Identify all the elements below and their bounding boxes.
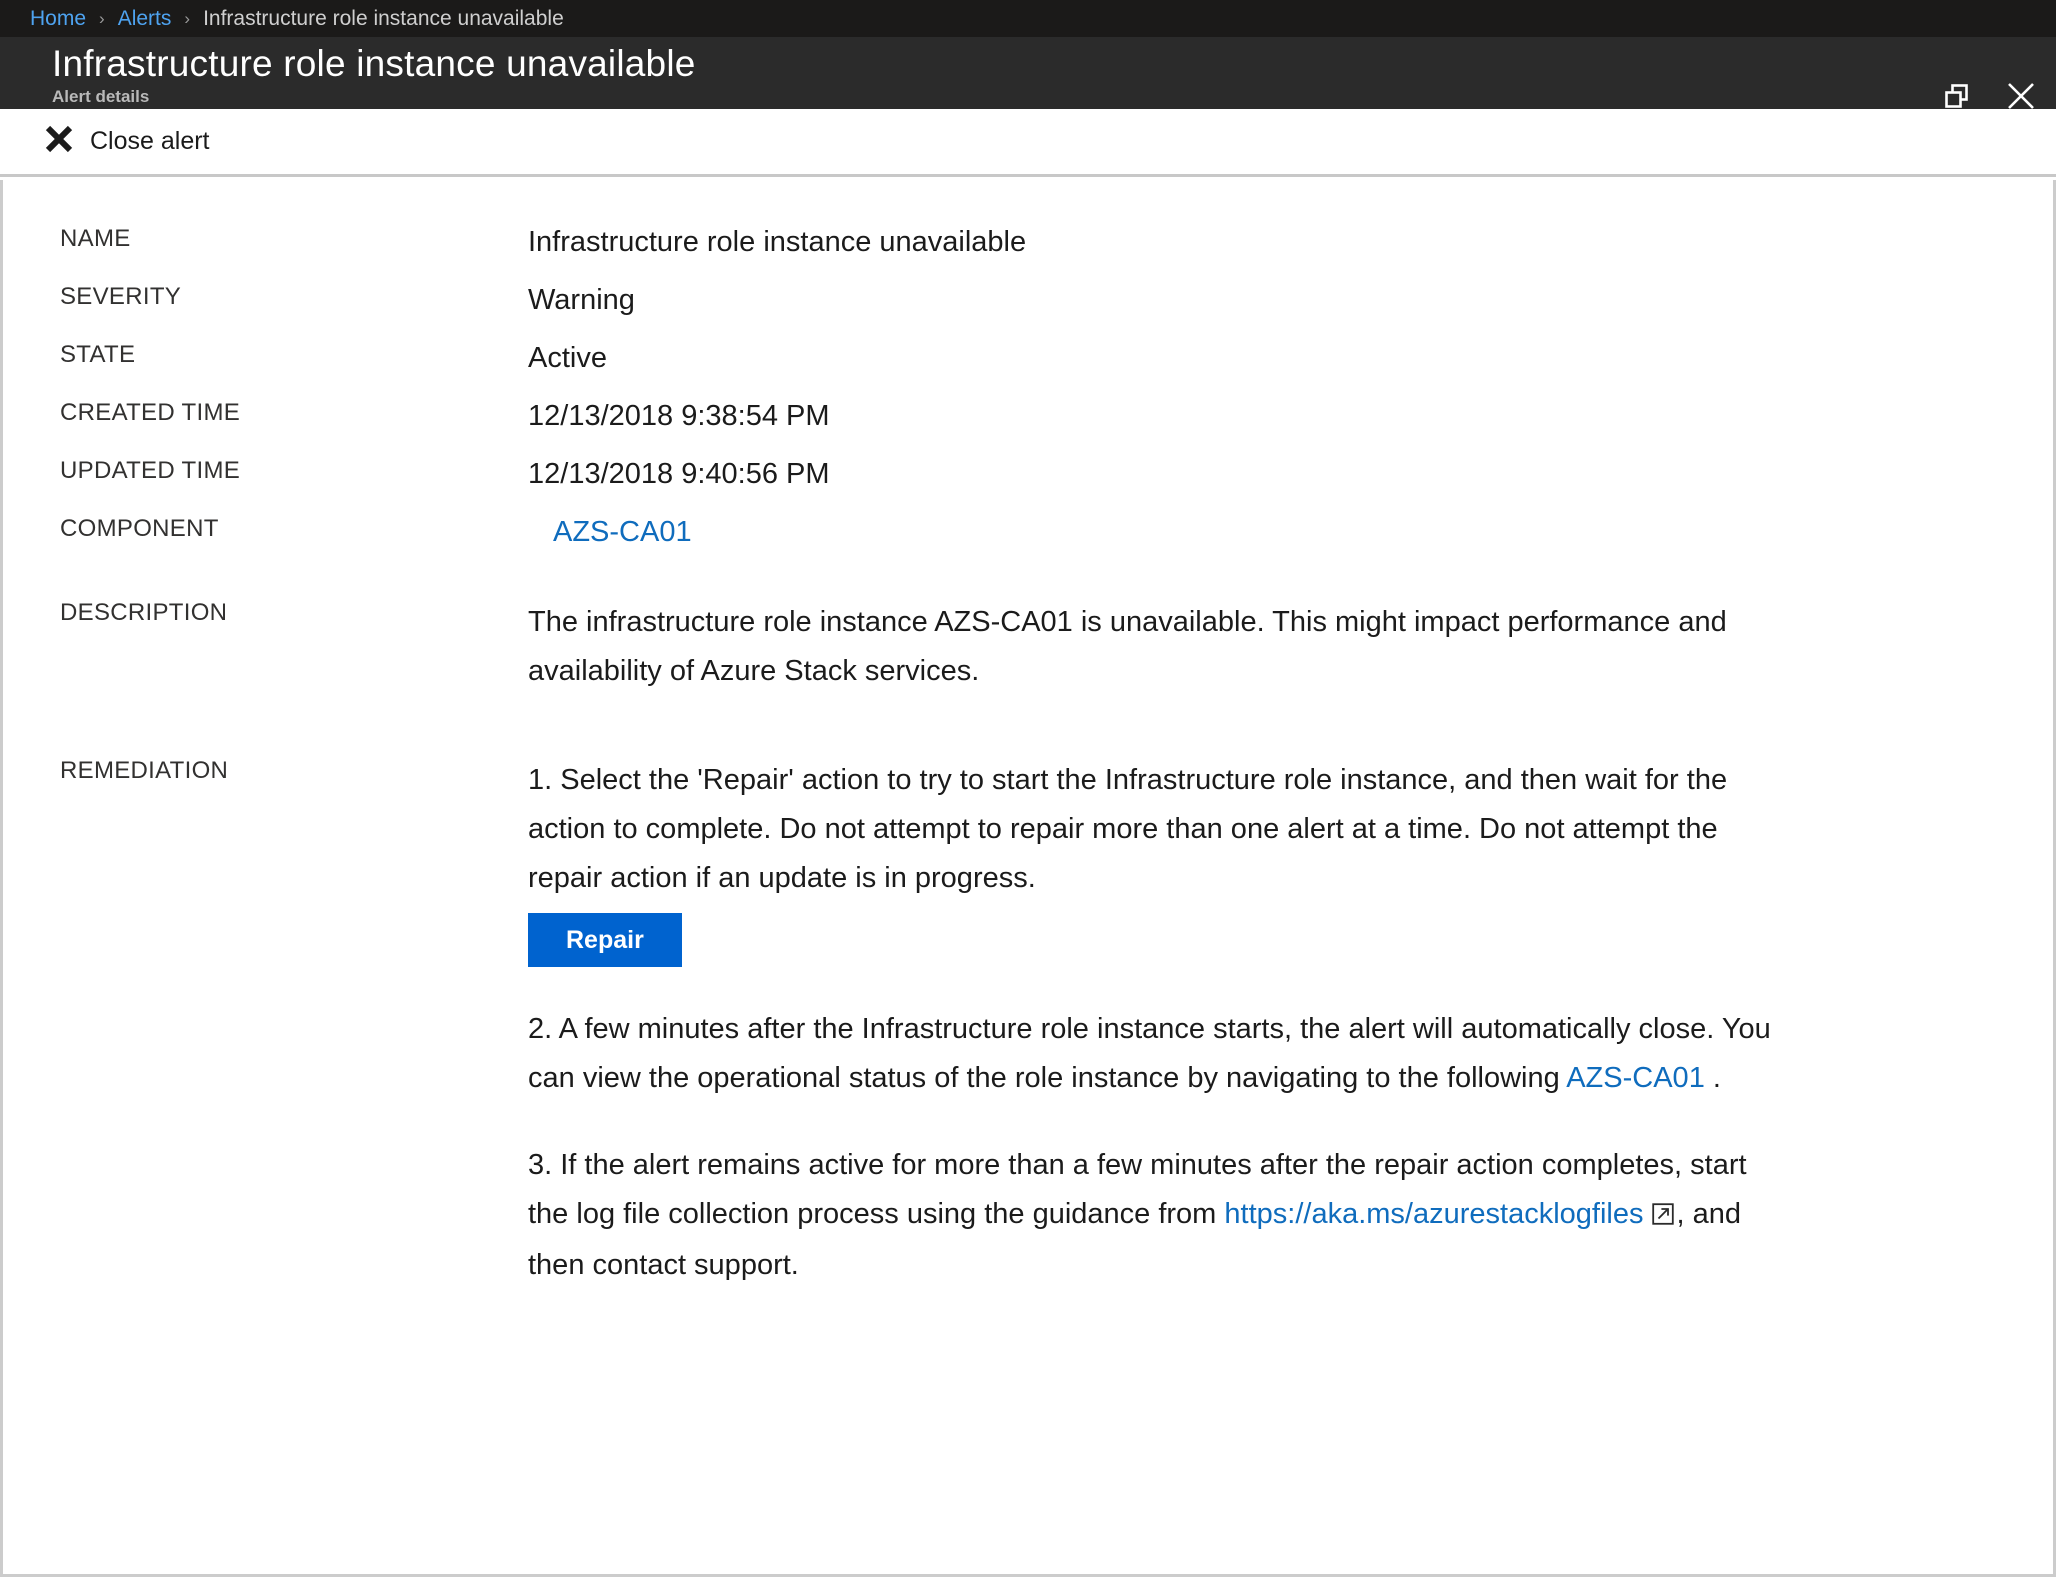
label-created-time: CREATED TIME: [60, 399, 241, 426]
breadcrumb-item-alerts[interactable]: Alerts: [118, 8, 172, 29]
detail-row-name: NAME Infrastructure role instance unavai…: [3, 224, 2053, 260]
repair-button[interactable]: Repair: [528, 913, 682, 967]
label-description: DESCRIPTION: [60, 599, 228, 626]
breadcrumb-separator-icon: ›: [99, 9, 105, 28]
restore-window-icon[interactable]: [1940, 79, 1974, 113]
value-updated-time: 12/13/2018 9:40:56 PM: [528, 458, 830, 490]
role-instance-link[interactable]: AZS-CA01: [1566, 1062, 1705, 1094]
label-component: COMPONENT: [60, 515, 219, 542]
detail-row-description: DESCRIPTION The infrastructure role inst…: [3, 598, 2053, 696]
remediation-step-1: 1. Select the 'Repair' action to try to …: [528, 756, 1783, 967]
remediation-step-2: 2. A few minutes after the Infrastructur…: [528, 1005, 1783, 1103]
label-updated-time: UPDATED TIME: [60, 457, 241, 484]
value-name: Infrastructure role instance unavailable: [528, 226, 1027, 258]
detail-row-created-time: CREATED TIME 12/13/2018 9:38:54 PM: [3, 398, 2053, 434]
detail-row-remediation: REMEDIATION 1. Select the 'Repair' actio…: [3, 756, 2053, 1290]
description-text: The infrastructure role instance AZS-CA0…: [528, 606, 1727, 687]
external-link-icon[interactable]: [1652, 1192, 1675, 1241]
close-window-icon[interactable]: [2004, 79, 2038, 113]
breadcrumb-separator-icon: ›: [184, 9, 191, 28]
detail-row-state: STATE Active: [3, 340, 2053, 376]
remediation-step-1-text: 1. Select the 'Repair' action to try to …: [528, 764, 1728, 894]
breadcrumb-item-home[interactable]: Home: [30, 8, 86, 29]
remediation-step-2-suffix: .: [1704, 1062, 1721, 1094]
label-state: STATE: [60, 341, 136, 368]
x-bold-icon: [44, 124, 74, 159]
label-remediation: REMEDIATION: [60, 757, 229, 784]
remediation-step-3: 3. If the alert remains active for more …: [528, 1141, 1783, 1290]
detail-row-component: COMPONENT AZS-CA01: [3, 514, 2053, 550]
component-link[interactable]: AZS-CA01: [528, 514, 692, 550]
label-name: NAME: [60, 225, 131, 252]
breadcrumb-item-current: Infrastructure role instance unavailable: [203, 7, 564, 30]
blade-title-bar: Infrastructure role instance unavailable…: [0, 37, 2056, 109]
command-toolbar: Close alert: [0, 109, 2056, 177]
breadcrumb: Home › Alerts › Infrastructure role inst…: [0, 0, 2056, 37]
detail-row-updated-time: UPDATED TIME 12/13/2018 9:40:56 PM: [3, 456, 2053, 492]
page-title: Infrastructure role instance unavailable: [52, 43, 696, 84]
close-alert-label: Close alert: [90, 127, 210, 155]
value-severity: Warning: [528, 284, 635, 316]
label-severity: SEVERITY: [60, 283, 182, 310]
window-controls: [1940, 79, 2038, 113]
page-subtitle: Alert details: [52, 87, 150, 106]
value-state: Active: [528, 342, 607, 374]
value-created-time: 12/13/2018 9:38:54 PM: [528, 400, 830, 432]
close-alert-button[interactable]: Close alert: [38, 120, 216, 163]
alert-details-panel: NAME Infrastructure role instance unavai…: [0, 180, 2056, 1577]
detail-row-severity: SEVERITY Warning: [3, 282, 2053, 318]
log-files-link[interactable]: https://aka.ms/azurestacklogfiles: [1224, 1198, 1643, 1230]
